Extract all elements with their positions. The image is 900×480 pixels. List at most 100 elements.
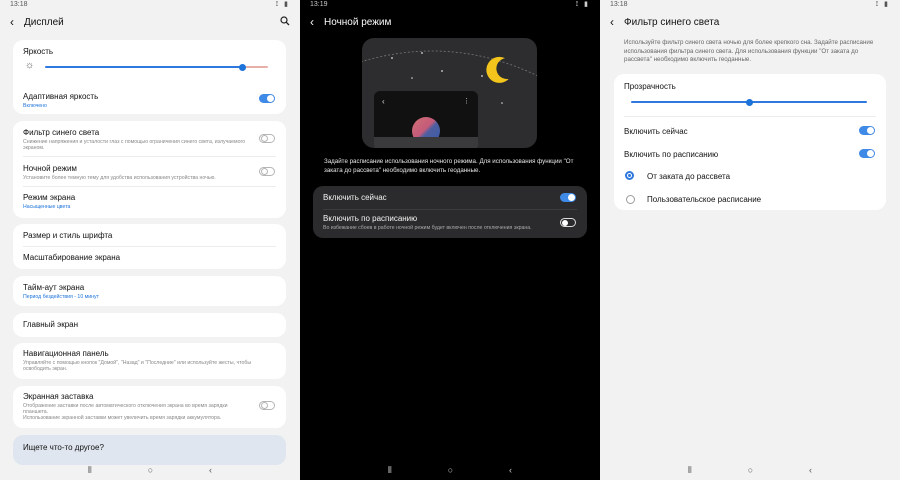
font-size-row[interactable]: Размер и стиль шрифта (23, 231, 276, 240)
opacity-slider-thumb[interactable] (746, 98, 753, 106)
divider (323, 209, 577, 210)
screen-zoom-row[interactable]: Масштабирование экрана (23, 253, 276, 262)
night-mode-illustration: ‹ ⋮ (362, 38, 537, 148)
brightness-slider-fill[interactable] (45, 66, 242, 68)
back-arrow-icon[interactable]: ‹ (310, 15, 314, 29)
brightness-label: Яркость (23, 47, 54, 56)
opacity-slider-fill[interactable] (631, 101, 749, 103)
mockup-menu-icon: ⋮ (463, 98, 470, 105)
navigation-bar-desc: Управляйте с помощью кнопок "Домой", "На… (23, 360, 252, 372)
back-icon[interactable]: ‹ (809, 465, 812, 475)
brightness-slider-thumb[interactable] (239, 63, 246, 71)
search-suggestion-card[interactable]: Ищете что-то другое? (13, 435, 286, 465)
display-settings-panel: 13:18 ⟟ ▮ ‹ Дисплей Яркость ☼ Адаптивная… (0, 0, 300, 480)
navigation-bar-title: Навигационная панель (23, 349, 109, 358)
system-nav-bar: ⦀ ○ ‹ (0, 463, 300, 477)
phone-mockup: ‹ ⋮ (374, 91, 478, 148)
schedule-toggle[interactable] (560, 218, 576, 227)
enable-now-title: Включить сейчас (624, 127, 688, 136)
back-arrow-icon[interactable]: ‹ (10, 15, 14, 29)
custom-schedule-radio[interactable] (626, 195, 635, 204)
screen-timeout-title: Тайм-аут экрана (23, 283, 85, 292)
mockup-back-icon: ‹ (382, 97, 385, 106)
schedule-toggle[interactable] (859, 149, 875, 158)
night-mode-description: Задайте расписание использования ночного… (324, 158, 574, 174)
recent-apps-icon[interactable]: ⦀ (388, 465, 392, 476)
blue-filter-card: Прозрачность Включить сейчас Включить по… (614, 74, 886, 210)
divider (23, 156, 276, 157)
schedule-title: Включить по расписанию (624, 150, 719, 159)
blue-filter-description: Используйте фильтр синего света ночью дл… (624, 39, 874, 63)
enable-now-title: Включить сейчас (323, 193, 387, 202)
screen-timeout-row[interactable]: Тайм-аут экрана Период бездействия - 10 … (23, 283, 276, 300)
status-bar: 13:19 ⟟ ▮ (300, 0, 600, 10)
screen-zoom-title: Масштабирование экрана (23, 253, 121, 262)
divider (624, 116, 876, 117)
home-icon[interactable]: ○ (448, 465, 453, 475)
status-icons: ⟟ ▮ (275, 1, 290, 8)
blue-light-filter-toggle[interactable] (259, 134, 275, 143)
sun-icon: ☼ (25, 60, 35, 71)
sunset-to-sunrise-label: От заката до рассвета (647, 172, 731, 181)
adaptive-brightness-status: Включено (23, 103, 47, 109)
status-icons: ⟟ ▮ (875, 1, 890, 8)
page-title: Ночной режим (324, 16, 392, 28)
opacity-slider-rest[interactable] (749, 101, 867, 103)
adaptive-brightness-toggle[interactable] (259, 94, 275, 103)
brightness-card: Яркость ☼ Адаптивная яркость Включено (13, 40, 286, 114)
screensaver-title: Экранная заставка (23, 392, 94, 401)
recent-apps-icon[interactable]: ⦀ (88, 465, 92, 476)
recent-apps-icon[interactable]: ⦀ (688, 465, 692, 476)
font-card: Размер и стиль шрифта Масштабирование эк… (13, 224, 286, 269)
timeout-card: Тайм-аут экрана Период бездействия - 10 … (13, 276, 286, 306)
custom-schedule-option[interactable]: Пользовательское расписание (647, 195, 876, 204)
enable-now-toggle[interactable] (560, 193, 576, 202)
page-title: Дисплей (24, 16, 64, 28)
schedule-desc: Во избежание сбоев в работе ночной режим… (323, 225, 532, 231)
schedule-row[interactable]: Включить по расписанию (624, 150, 876, 159)
screen-mode-row[interactable]: Режим экрана Насыщенные цвета (23, 193, 276, 210)
home-screen-card: Главный экран (13, 313, 286, 337)
blue-light-filter-desc: Снижение напряжения и усталости глаз с п… (23, 139, 246, 151)
search-icon[interactable] (280, 15, 290, 29)
night-mode-desc: Установите более темную тему для удобств… (23, 175, 216, 181)
system-nav-bar: ⦀ ○ ‹ (600, 463, 900, 477)
night-mode-toggle[interactable] (259, 167, 275, 176)
color-card: Фильтр синего света Снижение напряжения … (13, 121, 286, 218)
screen-timeout-value: Период бездействия - 10 минут (23, 294, 99, 300)
enable-now-toggle[interactable] (859, 126, 875, 135)
blue-light-filter-title: Фильтр синего света (23, 128, 100, 137)
search-suggestion-title: Ищете что-то другое? (23, 443, 104, 452)
schedule-row[interactable]: Включить по расписанию Во избежание сбое… (323, 214, 547, 231)
enable-now-row[interactable]: Включить сейчас (323, 193, 577, 202)
app-header: ‹ Дисплей (0, 14, 300, 30)
divider (23, 246, 276, 247)
divider (23, 186, 276, 187)
app-header: ‹ Ночной режим (300, 14, 600, 30)
enable-now-row[interactable]: Включить сейчас (624, 127, 876, 136)
sunset-to-sunrise-option[interactable]: От заката до рассвета (647, 172, 876, 181)
home-screen-title: Главный экран (23, 320, 79, 329)
page-title: Фильтр синего света (624, 16, 720, 28)
home-screen-row[interactable]: Главный экран (23, 320, 276, 329)
home-icon[interactable]: ○ (748, 465, 753, 475)
back-icon[interactable]: ‹ (509, 465, 512, 475)
sunset-to-sunrise-radio[interactable] (625, 171, 634, 180)
font-size-title: Размер и стиль шрифта (23, 231, 113, 240)
screensaver-row[interactable]: Экранная заставка Отображение заставки п… (23, 392, 246, 421)
system-nav-bar: ⦀ ○ ‹ (300, 463, 600, 477)
back-arrow-icon[interactable]: ‹ (610, 15, 614, 29)
screensaver-desc: Отображение заставки после автоматическо… (23, 403, 228, 415)
home-icon[interactable]: ○ (148, 465, 153, 475)
navigation-bar-row[interactable]: Навигационная панель Управляйте с помощь… (23, 349, 266, 372)
blue-light-filter-panel: 13:18 ⟟ ▮ ‹ Фильтр синего света Использу… (600, 0, 900, 480)
adaptive-brightness-title: Адаптивная яркость (23, 92, 99, 101)
status-bar: 13:18 ⟟ ▮ (0, 0, 300, 10)
night-mode-row[interactable]: Ночной режим Установите более темную тем… (23, 164, 246, 181)
screensaver-toggle[interactable] (259, 401, 275, 410)
back-icon[interactable]: ‹ (209, 465, 212, 475)
blue-light-filter-row[interactable]: Фильтр синего света Снижение напряжения … (23, 128, 246, 151)
adaptive-brightness-row[interactable]: Адаптивная яркость Включено (23, 92, 276, 109)
status-icons: ⟟ ▮ (575, 1, 590, 8)
mockup-bottom (374, 137, 478, 148)
